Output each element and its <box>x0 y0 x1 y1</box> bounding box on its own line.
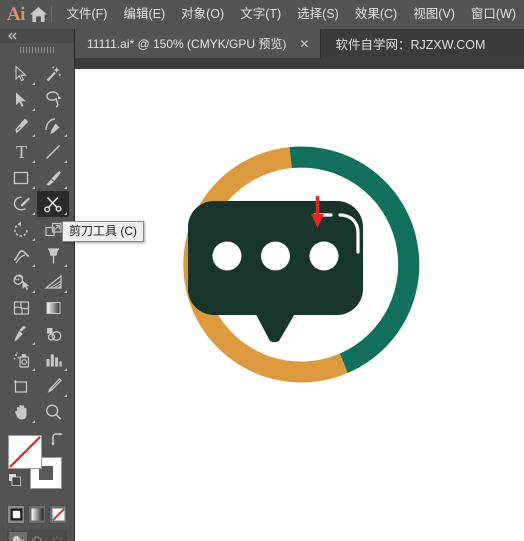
tool-corner-marker <box>64 160 67 163</box>
draw-normal-icon <box>12 535 24 541</box>
gradient-tool[interactable] <box>37 295 69 321</box>
curvature-tool[interactable] <box>37 113 69 139</box>
menu-bar: Ai 文件(F) 编辑(E) 对象(O) 文字(T) 选择(S) 效果(C) 视… <box>0 0 524 29</box>
free-transform-tool[interactable] <box>37 243 69 269</box>
menu-type[interactable]: 文字(T) <box>232 4 289 25</box>
draw-behind-button[interactable] <box>28 532 46 541</box>
symbol-sprayer-tool[interactable] <box>5 347 37 373</box>
illustrator-window: Ai 文件(F) 编辑(E) 对象(O) 文字(T) 选择(S) 效果(C) 视… <box>0 0 524 541</box>
chat-bubble-donut-logo <box>183 146 420 383</box>
draw-mode-row <box>7 530 67 541</box>
document-tab-title: 11111.ai* @ 150% (CMYK/GPU 预览) <box>87 37 287 51</box>
selection-tool[interactable] <box>5 61 37 87</box>
bubble-dot <box>309 241 339 271</box>
swap-fill-stroke-icon[interactable] <box>50 433 64 447</box>
shape-builder-tool[interactable] <box>5 269 37 295</box>
gradient-icon <box>31 508 43 521</box>
none-slash-icon <box>9 436 41 468</box>
draw-normal-button[interactable] <box>9 532 27 541</box>
tool-corner-marker <box>64 212 67 215</box>
tool-corner-marker <box>64 134 67 137</box>
magic-wand-tool[interactable] <box>37 61 69 87</box>
solid-color-icon <box>10 508 22 521</box>
fill-swatch[interactable] <box>8 435 42 469</box>
tool-corner-marker <box>32 420 35 423</box>
tool-corner-marker <box>32 342 35 345</box>
zoom-tool[interactable] <box>37 399 69 425</box>
draw-inside-button[interactable] <box>47 532 65 541</box>
canvas-top-strip <box>75 58 524 69</box>
watermark-text: 软件自学网：RJZXW.COM <box>335 38 486 52</box>
perspective-grid-tool[interactable] <box>37 269 69 295</box>
document-tab[interactable]: 11111.ai* @ 150% (CMYK/GPU 预览) ✕ <box>75 29 322 58</box>
menu-item-list: 文件(F) 编辑(E) 对象(O) 文字(T) 选择(S) 效果(C) 视图(V… <box>58 4 524 25</box>
app-logo: Ai <box>6 3 25 25</box>
draw-inside-icon <box>51 536 61 541</box>
shaper-tool[interactable] <box>5 191 37 217</box>
paint-mode-row <box>7 505 67 524</box>
none-slash-icon <box>51 508 65 521</box>
artboard-tool[interactable] <box>5 373 37 399</box>
column-graph-tool[interactable] <box>37 347 69 373</box>
pen-tool[interactable] <box>5 113 37 139</box>
tool-corner-marker <box>32 238 35 241</box>
double-chevron-left-icon[interactable] <box>0 29 74 43</box>
tool-corner-marker <box>32 82 35 85</box>
color-mode-button[interactable] <box>7 505 25 524</box>
tool-corner-marker <box>64 290 67 293</box>
lasso-tool[interactable] <box>37 87 69 113</box>
tool-tooltip: 剪刀工具 (C) <box>62 221 144 242</box>
tool-corner-marker <box>32 108 35 111</box>
tool-corner-marker <box>64 264 67 267</box>
line-segment-tool[interactable] <box>37 139 69 165</box>
panel-drag-grip[interactable] <box>0 43 74 57</box>
tool-corner-marker <box>32 160 35 163</box>
menu-edit[interactable]: 编辑(E) <box>115 4 173 25</box>
rectangle-tool[interactable] <box>5 165 37 191</box>
tool-corner-marker <box>32 264 35 267</box>
bubble-dot <box>261 241 290 271</box>
tool-corner-marker <box>64 186 67 189</box>
slice-tool[interactable] <box>37 373 69 399</box>
menu-view[interactable]: 视图(V) <box>405 4 463 25</box>
close-icon[interactable]: ✕ <box>296 36 312 52</box>
mesh-tool[interactable] <box>5 295 37 321</box>
menu-object[interactable]: 对象(O) <box>173 4 232 25</box>
menu-file[interactable]: 文件(F) <box>58 4 115 25</box>
bubble-dot <box>212 241 242 271</box>
rotate-tool[interactable] <box>5 217 37 243</box>
hand-tool[interactable] <box>5 399 37 425</box>
tool-corner-marker <box>32 186 35 189</box>
none-mode-button[interactable] <box>49 505 67 524</box>
menu-window[interactable]: 窗口(W) <box>463 4 524 25</box>
default-fill-stroke-icon[interactable] <box>8 473 21 486</box>
menu-effect[interactable]: 效果(C) <box>347 4 405 25</box>
document-tab-bar: 11111.ai* @ 150% (CMYK/GPU 预览) ✕ 软件自学网：R… <box>75 29 524 58</box>
tool-corner-marker <box>32 368 35 371</box>
svg-text:T: T <box>16 143 27 161</box>
tool-corner-marker <box>64 394 67 397</box>
gradient-mode-button[interactable] <box>28 505 46 524</box>
tool-corner-marker <box>32 134 35 137</box>
tool-corner-marker <box>64 368 67 371</box>
paintbrush-tool[interactable] <box>37 165 69 191</box>
width-tool[interactable] <box>5 243 37 269</box>
tool-panel: T <box>0 29 75 541</box>
blend-tool[interactable] <box>37 321 69 347</box>
tool-corner-marker <box>32 212 35 215</box>
home-icon[interactable] <box>28 0 49 29</box>
scissors-tool[interactable] <box>37 191 69 217</box>
document-canvas[interactable] <box>75 69 524 541</box>
eyedropper-tool[interactable] <box>5 321 37 347</box>
draw-behind-icon <box>31 536 42 541</box>
menu-divider <box>50 6 52 23</box>
tool-corner-marker <box>32 290 35 293</box>
fill-stroke-controls <box>8 433 66 499</box>
menu-select[interactable]: 选择(S) <box>289 4 347 25</box>
type-tool[interactable]: T <box>5 139 37 165</box>
direct-selection-tool[interactable] <box>5 87 37 113</box>
